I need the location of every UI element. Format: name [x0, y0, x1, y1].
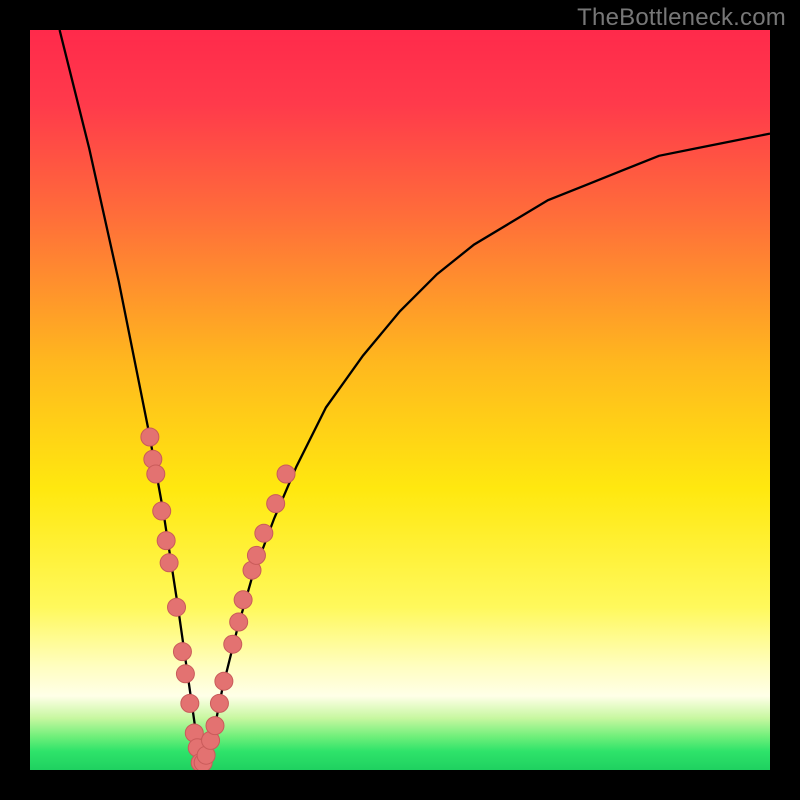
data-marker	[215, 672, 233, 690]
data-marker	[157, 532, 175, 550]
chart-stage: TheBottleneck.com	[0, 0, 800, 800]
data-marker	[234, 591, 252, 609]
data-marker	[153, 502, 171, 520]
data-marker	[176, 665, 194, 683]
data-marker	[277, 465, 295, 483]
gradient-background	[30, 30, 770, 770]
plot-area	[30, 30, 770, 770]
data-marker	[230, 613, 248, 631]
data-marker	[168, 598, 186, 616]
data-marker	[247, 546, 265, 564]
data-marker	[173, 643, 191, 661]
data-marker	[210, 694, 228, 712]
data-marker	[181, 694, 199, 712]
data-marker	[224, 635, 242, 653]
chart-svg	[30, 30, 770, 770]
data-marker	[267, 495, 285, 513]
data-marker	[160, 554, 178, 572]
watermark-text: TheBottleneck.com	[577, 4, 786, 32]
data-marker	[141, 428, 159, 446]
data-marker	[206, 717, 224, 735]
data-marker	[255, 524, 273, 542]
data-marker	[147, 465, 165, 483]
